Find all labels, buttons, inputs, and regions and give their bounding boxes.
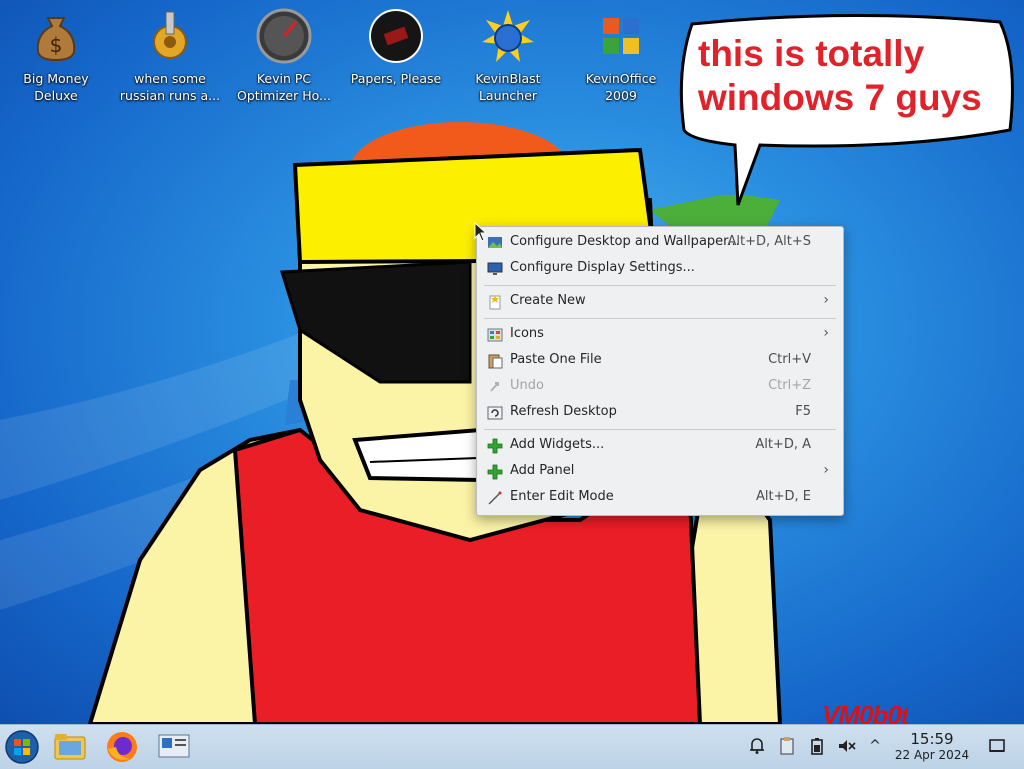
submenu-arrow-icon: › — [823, 462, 829, 478]
menu-item-add-panel[interactable]: Add Panel › — [477, 459, 843, 485]
firefox-icon[interactable] — [104, 729, 140, 765]
add-icon — [487, 464, 503, 480]
bubble-line-1: this is totally — [698, 33, 925, 74]
desktop-icon-kevin-pc-optimizer[interactable]: Kevin PC Optimizer Ho... — [228, 8, 340, 104]
starburst-globe-icon — [482, 10, 534, 62]
menu-separator — [484, 318, 836, 319]
menu-item-label: Paste One File — [510, 352, 602, 367]
icon-label-line1: KevinOffice — [585, 71, 657, 86]
menu-item-shortcut: Alt+D, E — [756, 489, 811, 504]
desktop-icon-big-money-deluxe[interactable]: $ Big Money Deluxe — [0, 8, 112, 104]
speedometer-icon — [256, 8, 312, 64]
volume-muted-icon[interactable] — [837, 736, 857, 756]
taskbar: ^ 15:59 22 Apr 2024 — [0, 724, 1024, 769]
icon-label-line2: Launcher — [478, 88, 538, 103]
submenu-arrow-icon: › — [823, 325, 829, 341]
expand-tray-icon[interactable]: ^ — [865, 736, 885, 756]
menu-item-shortcut: Ctrl+Z — [768, 378, 811, 393]
display-icon — [487, 262, 503, 275]
menu-item-create-new[interactable]: Create New › — [477, 289, 843, 315]
menu-item-paste-one-file[interactable]: Paste One File Ctrl+V — [477, 348, 843, 374]
desktop-icon-kevinoffice-2009[interactable]: KevinOffice 2009 — [565, 8, 677, 104]
menu-item-shortcut: Ctrl+V — [768, 352, 811, 367]
menu-item-shortcut: F5 — [795, 404, 811, 419]
icon-label-line1: when some — [134, 71, 206, 86]
clock-time[interactable]: 15:59 — [904, 730, 960, 748]
notifications-bell-icon[interactable] — [747, 736, 767, 756]
icon-label-line2: russian runs a... — [119, 88, 221, 103]
menu-item-label: Undo — [510, 378, 544, 393]
speech-bubble-text: this is totally windows 7 guys — [698, 32, 998, 120]
menu-item-label: Add Panel — [510, 463, 575, 478]
menu-item-configure-display[interactable]: Configure Display Settings... — [477, 256, 843, 282]
file-manager-icon[interactable] — [52, 729, 88, 765]
show-desktop-icon[interactable] — [988, 737, 1006, 755]
menu-item-label: Configure Desktop and Wallpaper... — [510, 234, 740, 249]
watermark: VM0b0t — [822, 700, 909, 724]
undo-icon — [490, 382, 499, 392]
menu-item-label: Configure Display Settings... — [510, 260, 695, 275]
bubble-line-2: windows 7 guys — [698, 77, 982, 118]
menu-item-label: Refresh Desktop — [510, 404, 617, 419]
mouse-cursor-icon — [474, 222, 488, 242]
menu-item-label: Enter Edit Mode — [510, 489, 614, 504]
start-orb-icon[interactable] — [4, 729, 40, 765]
menu-separator — [484, 285, 836, 286]
desktop-icon-kevinblast-launcher[interactable]: KevinBlast Launcher — [452, 8, 564, 104]
battery-icon[interactable] — [807, 736, 827, 756]
menu-item-enter-edit-mode[interactable]: Enter Edit Mode Alt+D, E — [477, 485, 843, 511]
menu-item-configure-desktop[interactable]: Configure Desktop and Wallpaper... Alt+D… — [477, 230, 843, 256]
clock-date[interactable]: 22 Apr 2024 — [890, 748, 974, 762]
menu-item-refresh-desktop[interactable]: Refresh Desktop F5 — [477, 400, 843, 426]
gear-icon — [153, 11, 187, 59]
icon-label-line1: Papers, Please — [350, 71, 442, 86]
papers-please-icon — [369, 9, 423, 63]
menu-item-shortcut: Alt+D, A — [755, 437, 811, 452]
icon-label-line2: Optimizer Ho... — [237, 88, 331, 103]
edit-mode-icon — [488, 491, 502, 505]
money-bag-icon: $ — [36, 17, 76, 62]
icon-label-line2: Deluxe — [34, 88, 78, 103]
desktop-icon-papers-please[interactable]: Papers, Please — [340, 8, 452, 87]
menu-item-shortcut: Alt+D, Alt+S — [727, 234, 811, 249]
paste-icon — [488, 354, 503, 369]
menu-item-label: Icons — [510, 326, 544, 341]
icon-label-line2: 2009 — [605, 88, 637, 103]
icons-view-icon — [487, 328, 503, 342]
menu-item-add-widgets[interactable]: Add Widgets... Alt+D, A — [477, 433, 843, 459]
menu-item-label: Add Widgets... — [510, 437, 605, 452]
icon-label-line1: Big Money — [23, 71, 89, 86]
system-settings-icon[interactable] — [156, 729, 192, 765]
clipboard-icon[interactable] — [777, 736, 797, 756]
icon-label-line1: Kevin PC — [256, 71, 312, 86]
svg-text:$: $ — [50, 33, 63, 57]
menu-item-icons[interactable]: Icons › — [477, 322, 843, 348]
icon-label-line1: KevinBlast — [475, 71, 541, 86]
create-new-icon — [489, 295, 501, 310]
menu-item-label: Create New — [510, 293, 586, 308]
desktop-icon-when-some-russian[interactable]: when some russian runs a... — [114, 8, 226, 104]
add-icon — [487, 438, 503, 454]
desktop-context-menu: Configure Desktop and Wallpaper... Alt+D… — [476, 226, 844, 516]
refresh-icon — [487, 406, 503, 420]
wallpaper-icon — [488, 237, 502, 248]
menu-item-undo: Undo Ctrl+Z — [477, 374, 843, 400]
submenu-arrow-icon: › — [823, 292, 829, 308]
menu-separator — [484, 429, 836, 430]
office-logo-icon — [603, 18, 639, 54]
